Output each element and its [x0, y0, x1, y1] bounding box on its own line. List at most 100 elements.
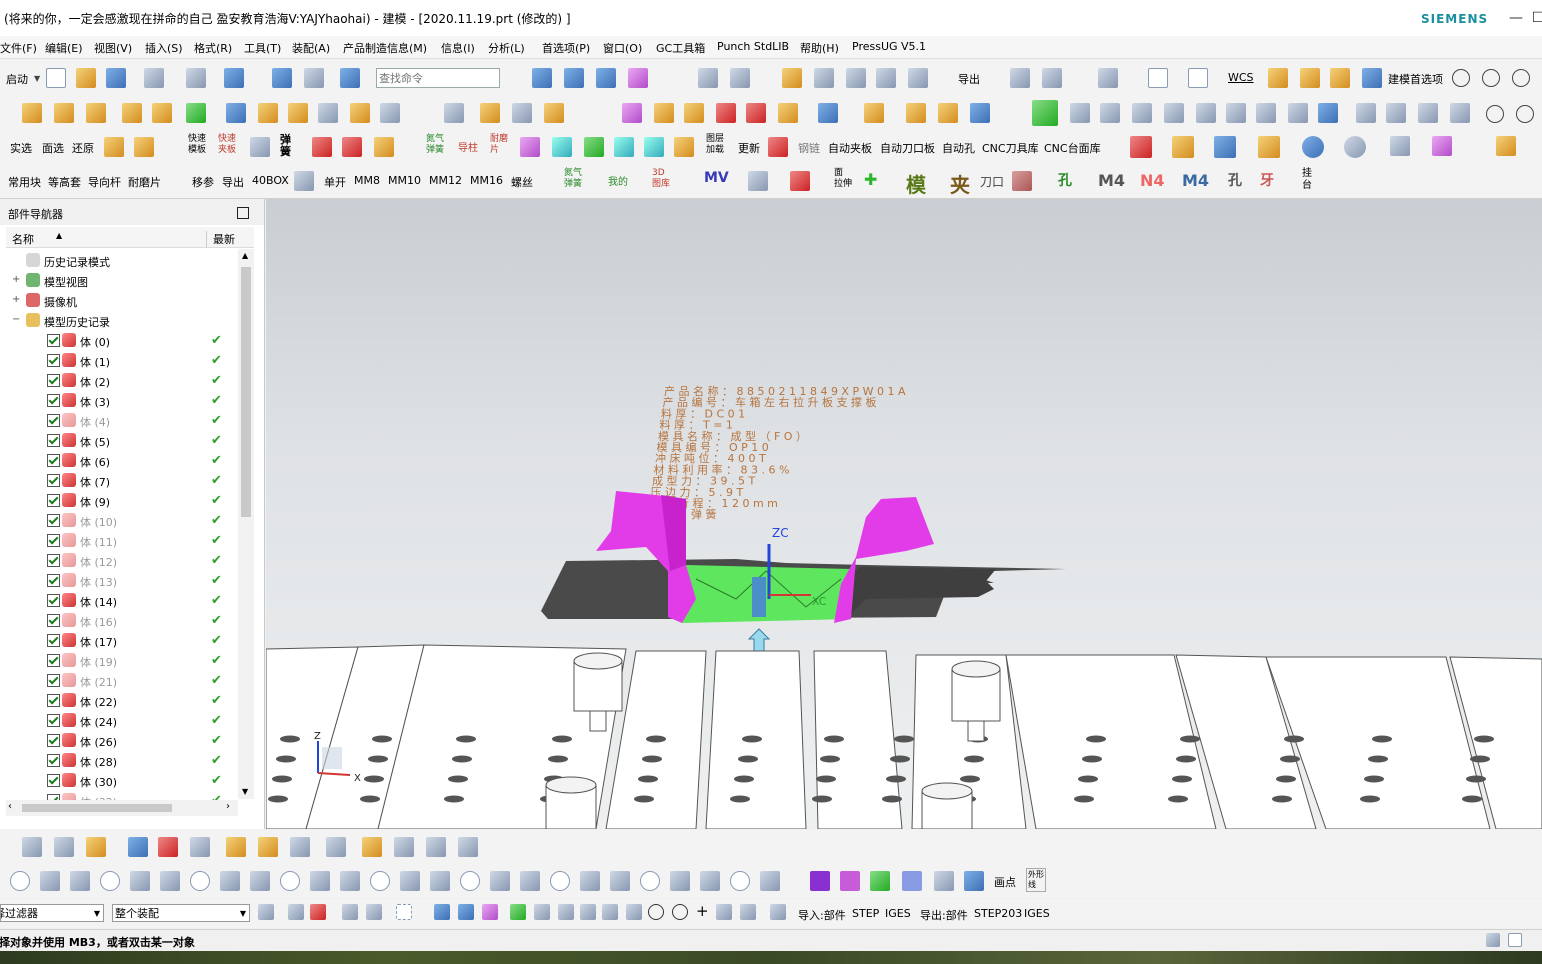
maximize-panel-icon[interactable]	[237, 207, 249, 219]
line-icon[interactable]	[160, 871, 180, 891]
visibility-checkbox[interactable]	[47, 374, 60, 387]
paste-icon[interactable]	[304, 68, 324, 88]
hang-button[interactable]: 挂 台	[1302, 168, 1312, 192]
arc-text-icon[interactable]	[100, 871, 120, 891]
body-row[interactable]: 体 (1) ✔	[6, 351, 238, 371]
visibility-checkbox[interactable]	[47, 514, 60, 527]
body-row[interactable]: 体 (7) ✔	[6, 471, 238, 491]
visibility-checkbox[interactable]	[47, 394, 60, 407]
add-component-icon[interactable]	[86, 837, 106, 857]
pattern-icon[interactable]	[152, 103, 172, 123]
body-row[interactable]: 体 (10) ✔	[6, 511, 238, 531]
mm16-button[interactable]: MM16	[470, 174, 503, 187]
circle-center-icon[interactable]	[648, 904, 664, 920]
body-row[interactable]: 体 (17) ✔	[6, 631, 238, 651]
guide-rod-button[interactable]: 导向杆	[88, 174, 121, 190]
tree-node[interactable]: 历史记录模式	[6, 251, 238, 271]
wrap-icon[interactable]	[938, 103, 958, 123]
body-row[interactable]: 体 (0) ✔	[6, 331, 238, 351]
wcs-menu[interactable]: WCS	[1228, 71, 1254, 84]
visibility-checkbox[interactable]	[47, 594, 60, 607]
chamfer-icon[interactable]	[318, 103, 338, 123]
body-row[interactable]: 体 (9) ✔	[6, 491, 238, 511]
dots-icon[interactable]	[730, 871, 750, 891]
control-point-icon[interactable]	[580, 904, 596, 920]
menu-help[interactable]: 帮助(H)	[800, 40, 839, 56]
column-name[interactable]: 名称	[12, 231, 34, 247]
copy-icon[interactable]	[272, 68, 292, 88]
cnc-tool-library-button[interactable]: CNC刀具库	[982, 140, 1039, 156]
body-row[interactable]: 体 (4) ✔	[6, 411, 238, 431]
delete-body-icon[interactable]	[716, 103, 736, 123]
yellow-box-icon[interactable]	[374, 137, 394, 157]
intersect-icon[interactable]	[684, 103, 704, 123]
copy-body-icon[interactable]	[818, 103, 838, 123]
angle-line-icon[interactable]	[1100, 103, 1120, 123]
tool-icon[interactable]	[1496, 136, 1516, 156]
component-icon[interactable]	[54, 837, 74, 857]
body-row[interactable]: 体 (11) ✔	[6, 531, 238, 551]
tree-node[interactable]: + 摄像机	[6, 291, 238, 311]
color-swatch-icon[interactable]	[1148, 68, 1168, 88]
redo-icon[interactable]	[186, 68, 206, 88]
screw-button[interactable]: 螺丝	[511, 174, 533, 190]
3d-library-button[interactable]: 3D 图库	[652, 168, 670, 190]
extrude-icon[interactable]	[22, 103, 42, 123]
bracket-icon[interactable]	[700, 871, 720, 891]
mm12-button[interactable]: MM12	[429, 174, 462, 187]
save-icon[interactable]	[106, 68, 126, 88]
draw-point-button[interactable]: 画点	[994, 874, 1016, 890]
command-search-input[interactable]	[376, 68, 500, 88]
purple-square-icon[interactable]	[810, 871, 830, 891]
export-std-button[interactable]: 导出	[222, 174, 244, 190]
wear-plate-button[interactable]: 耐磨 片	[490, 134, 508, 156]
body-row[interactable]: 体 (14) ✔	[6, 591, 238, 611]
target-icon[interactable]	[1452, 69, 1470, 87]
export-iges-button[interactable]: IGES	[1024, 907, 1050, 920]
common-block-button[interactable]: 常用块	[8, 174, 41, 190]
d2-icon[interactable]	[1214, 136, 1236, 158]
arrows-icon[interactable]	[610, 871, 630, 891]
modeling-preferences-button[interactable]: 建模首选项	[1388, 71, 1443, 87]
mv-move-button[interactable]: MV	[704, 170, 729, 186]
perpendicular-icon[interactable]	[490, 871, 510, 891]
book-icon[interactable]	[730, 68, 750, 88]
model-scene[interactable]: 产 品 名 称 ： 8 8 5 0 2 1 1 8 4 9 X P W 0 1 …	[266, 199, 1542, 829]
purple-part-icon[interactable]	[520, 137, 540, 157]
snap-point-icon[interactable]	[510, 904, 526, 920]
boolean-icon[interactable]	[1010, 68, 1030, 88]
scale-icon[interactable]	[906, 103, 926, 123]
spline-icon[interactable]	[908, 68, 928, 88]
select-icon[interactable]	[258, 904, 274, 920]
red-color-icon[interactable]	[1130, 136, 1152, 158]
shell-icon[interactable]	[258, 103, 278, 123]
my-std-button[interactable]: 我的	[608, 173, 628, 188]
line-tool-icon[interactable]	[1070, 103, 1090, 123]
hammer-icon[interactable]	[394, 837, 414, 857]
equal-height-sleeve-button[interactable]: 等高套	[48, 174, 81, 190]
midpoint-icon[interactable]	[558, 904, 574, 920]
select-solid-button[interactable]: 实选	[10, 140, 32, 156]
subtract-icon[interactable]	[654, 103, 674, 123]
fullscreen-icon[interactable]	[1508, 933, 1522, 947]
quick-template-button[interactable]: 快速 模板	[188, 134, 206, 156]
navigator-horizontal-scrollbar[interactable]: ‹ ›	[6, 800, 238, 816]
blue-curves-icon[interactable]	[902, 871, 922, 891]
wear-plate-std-button[interactable]: 耐磨片	[128, 174, 161, 190]
body-row[interactable]: 体 (21) ✔	[6, 671, 238, 691]
nitrogen-spring-std-button[interactable]: 氮气 弹簧	[564, 168, 582, 190]
visibility-checkbox[interactable]	[47, 534, 60, 547]
fpy-icon[interactable]	[294, 171, 314, 191]
visibility-checkbox[interactable]	[47, 554, 60, 567]
nitrogen-spring-button[interactable]: 氮气 弹簧	[426, 134, 444, 156]
menu-pmi[interactable]: 产品制造信息(M)	[343, 40, 427, 56]
assembly-icon[interactable]	[22, 837, 42, 857]
visibility-checkbox[interactable]	[47, 754, 60, 767]
arrow-icon[interactable]	[1450, 103, 1470, 123]
export-menu[interactable]: 导出	[958, 71, 980, 87]
auto-plate-icon[interactable]	[768, 137, 788, 157]
existing-point-icon[interactable]: +	[696, 902, 709, 920]
menu-punch-stdlib[interactable]: Punch StdLIB	[717, 40, 789, 53]
display-icon[interactable]	[224, 68, 244, 88]
body-row[interactable]: 体 (22) ✔	[6, 691, 238, 711]
